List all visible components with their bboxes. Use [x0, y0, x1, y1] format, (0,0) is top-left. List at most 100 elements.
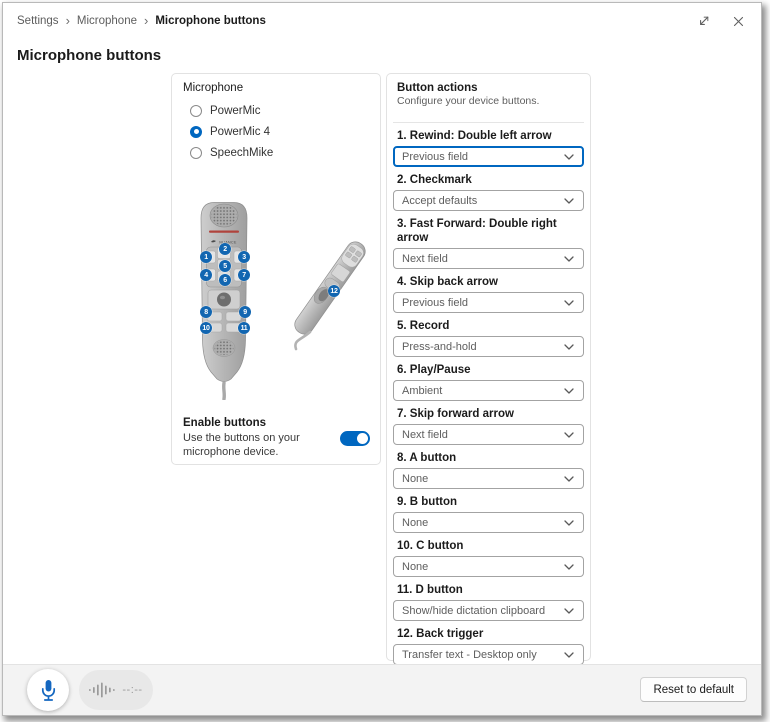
dropdown-selected-value: Press-and-hold [402, 341, 564, 353]
dropdown-selected-value: Show/hide dictation clipboard [402, 605, 564, 617]
reset-to-default-button[interactable]: Reset to default [640, 677, 747, 702]
microphone-group-label: Microphone [183, 82, 243, 94]
breadcrumb-settings[interactable]: Settings [17, 15, 59, 27]
breadcrumb: Settings › Microphone › Microphone butto… [17, 14, 266, 29]
button-action-label: 7. Skip forward arrow [393, 407, 584, 421]
dropdown-selected-value: None [402, 517, 564, 529]
button-action-dropdown[interactable]: Show/hide dictation clipboard [393, 600, 584, 621]
chevron-down-icon [564, 300, 574, 306]
button-action-dropdown[interactable]: Previous field [393, 146, 584, 167]
dropdown-selected-value: Ambient [402, 385, 564, 397]
button-action-label: 10. C button [393, 539, 584, 553]
chevron-right-icon: › [144, 14, 148, 29]
button-action-dropdown[interactable]: Ambient [393, 380, 584, 401]
button-action-dropdown[interactable]: None [393, 468, 584, 489]
button-action-label: 5. Record [393, 319, 584, 333]
button-action-label: 4. Skip back arrow [393, 275, 584, 289]
radio-icon[interactable] [190, 126, 202, 138]
button-action-dropdown[interactable]: Next field [393, 424, 584, 445]
device-button-badge: 2 [219, 243, 231, 255]
dropdown-selected-value: Transfer text - Desktop only [402, 649, 564, 661]
dropdown-selected-value: None [402, 473, 564, 485]
button-action-dropdown[interactable]: Accept defaults [393, 190, 584, 211]
microphone-option-label: PowerMic [210, 105, 260, 117]
titlebar: Settings › Microphone › Microphone butto… [3, 3, 761, 39]
settings-window: Settings › Microphone › Microphone butto… [2, 2, 762, 716]
device-button-badge: 6 [219, 274, 231, 286]
microphone-icon [40, 679, 57, 702]
button-action-group: 5. Record Press-and-hold [393, 319, 584, 357]
microphone-option[interactable]: PowerMic 4 [190, 121, 273, 142]
button-action-group: 6. Play/Pause Ambient [393, 363, 584, 401]
button-action-label: 3. Fast Forward: Double right arrow [393, 217, 584, 245]
microphone-option-label: SpeechMike [210, 147, 273, 159]
screen: Settings › Microphone › Microphone butto… [0, 0, 770, 722]
chevron-down-icon [564, 344, 574, 350]
enable-buttons-label: Enable buttons [183, 417, 335, 429]
button-action-dropdown[interactable]: Previous field [393, 292, 584, 313]
device-button-badge: 9 [239, 306, 251, 318]
powermic-side-image [292, 236, 368, 358]
device-button-badge: 11 [238, 322, 250, 334]
radio-icon[interactable] [190, 147, 202, 159]
microphone-option[interactable]: PowerMic [190, 100, 273, 121]
device-button-badge: 1 [200, 251, 212, 263]
chevron-down-icon [564, 256, 574, 262]
enable-buttons-toggle[interactable] [340, 431, 370, 446]
button-action-dropdown[interactable]: Press-and-hold [393, 336, 584, 357]
powermic-front-image: NUANCE [197, 200, 253, 400]
button-actions-title: Button actions [393, 82, 584, 94]
chevron-down-icon [564, 432, 574, 438]
button-action-label: 12. Back trigger [393, 627, 584, 641]
chevron-down-icon [564, 198, 574, 204]
microphone-radio-group: PowerMic PowerMic 4 SpeechMike [190, 100, 273, 163]
breadcrumb-microphone-buttons: Microphone buttons [155, 15, 266, 27]
button-action-group: 3. Fast Forward: Double right arrow Next… [393, 217, 584, 269]
chevron-down-icon [564, 608, 574, 614]
dropdown-selected-value: None [402, 561, 564, 573]
close-icon[interactable] [729, 12, 747, 30]
button-action-dropdown[interactable]: None [393, 512, 584, 533]
button-action-group: 8. A button None [393, 451, 584, 489]
microphone-button[interactable] [27, 669, 69, 711]
button-actions-list: 1. Rewind: Double left arrow Previous fi… [393, 129, 584, 665]
microphone-panel: Microphone PowerMic PowerMic 4 SpeechMik… [171, 73, 381, 465]
button-action-label: 11. D button [393, 583, 584, 597]
button-actions-subtitle: Configure your device buttons. [393, 95, 584, 107]
dropdown-selected-value: Accept defaults [402, 195, 564, 207]
chevron-down-icon [564, 388, 574, 394]
collapse-window-icon[interactable] [695, 12, 713, 30]
button-action-label: 8. A button [393, 451, 584, 465]
device-button-badge: 4 [200, 269, 212, 281]
dropdown-selected-value: Previous field [402, 297, 564, 309]
enable-buttons-row: Enable buttons Use the buttons on your m… [183, 417, 370, 459]
button-action-dropdown[interactable]: Next field [393, 248, 584, 269]
button-actions-panel: Button actions Configure your device but… [386, 73, 591, 661]
button-action-label: 6. Play/Pause [393, 363, 584, 377]
button-action-label: 1. Rewind: Double left arrow [393, 129, 584, 143]
button-action-dropdown[interactable]: Transfer text - Desktop only [393, 644, 584, 665]
microphone-option[interactable]: SpeechMike [190, 142, 273, 163]
divider [393, 122, 584, 123]
radio-icon[interactable] [190, 105, 202, 117]
breadcrumb-microphone[interactable]: Microphone [77, 15, 137, 27]
button-action-dropdown[interactable]: None [393, 556, 584, 577]
button-action-group: 10. C button None [393, 539, 584, 577]
device-button-badge: 3 [238, 251, 250, 263]
page-title: Microphone buttons [17, 47, 161, 64]
device-button-badge: 10 [200, 322, 212, 334]
device-button-badge: 12 [328, 285, 340, 297]
chevron-down-icon [564, 476, 574, 482]
svg-text:NUANCE: NUANCE [219, 241, 237, 245]
chevron-right-icon: › [66, 14, 70, 29]
device-button-badge: 5 [219, 260, 231, 272]
chevron-down-icon [564, 652, 574, 658]
recording-status-pill[interactable]: --:-- [79, 670, 153, 710]
button-action-group: 1. Rewind: Double left arrow Previous fi… [393, 129, 584, 167]
button-action-group: 4. Skip back arrow Previous field [393, 275, 584, 313]
button-action-label: 2. Checkmark [393, 173, 584, 187]
footer-bar: --:-- Reset to default [3, 664, 761, 715]
dropdown-selected-value: Next field [402, 429, 564, 441]
dropdown-selected-value: Next field [402, 253, 564, 265]
chevron-down-icon [564, 154, 574, 160]
